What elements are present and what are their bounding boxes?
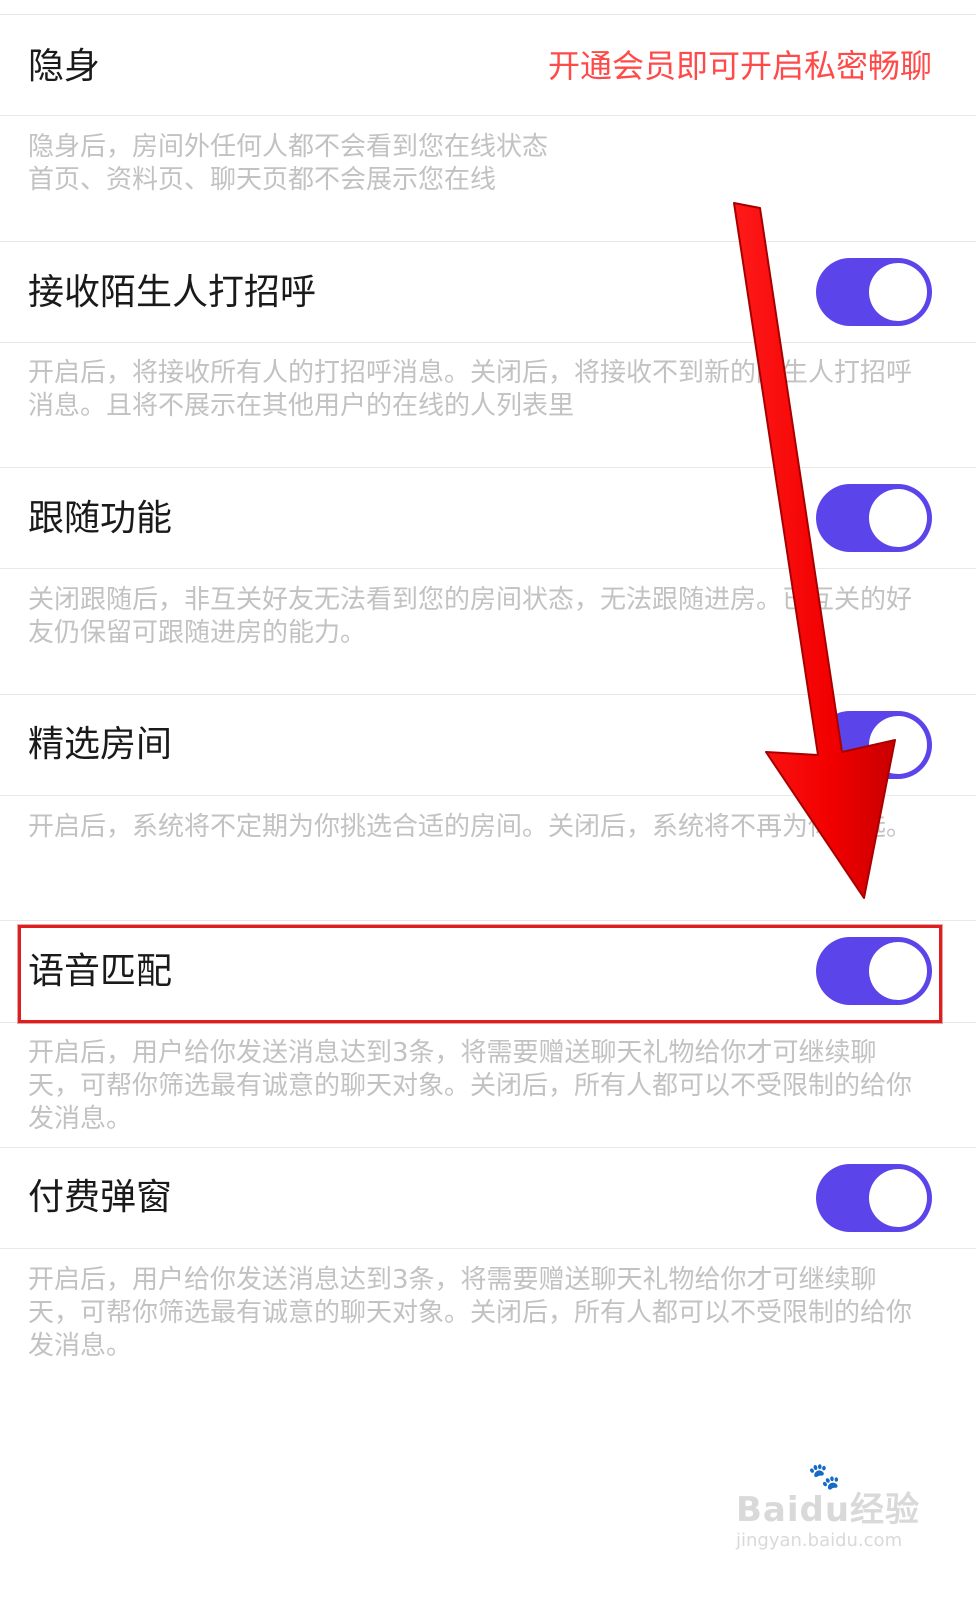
divider [0,694,976,695]
setting-desc-voice-match: 开启后，用户给你发送消息达到3条，将需要赠送聊天礼物给你才可继续聊天，可帮你筛选… [28,1038,913,1134]
divider [0,342,976,343]
follow-toggle[interactable] [816,484,932,552]
setting-desc-stealth: 隐身后，房间外任何人都不会看到您在线状态 首页、资料页、聊天页都不会展示您在线 [28,132,549,195]
divider [0,1248,976,1249]
divider [0,795,976,796]
setting-title-paid-popup: 付费弹窗 [28,1177,173,1218]
paid-popup-toggle[interactable] [816,1164,932,1232]
voice-match-toggle[interactable] [816,937,932,1005]
toggle-knob [869,489,927,547]
setting-title-voice-match: 语音匹配 [28,951,173,992]
setting-title-stranger-greeting: 接收陌生人打招呼 [28,272,317,313]
toggle-knob [869,942,927,1000]
paw-icon: 🐾 [808,1462,841,1492]
baidu-jingyan-watermark: 🐾 Baidu经验 jingyan.baidu.com [730,1462,930,1562]
setting-desc-follow: 关闭跟随后，非互关好友无法看到您的房间状态，无法跟随进房。已互关的好友仍保留可跟… [28,585,913,648]
divider [0,467,976,468]
toggle-knob [869,263,927,321]
setting-desc-paid-popup: 开启后，用户给你发送消息达到3条，将需要赠送聊天礼物给你才可继续聊天，可帮你筛选… [28,1265,913,1361]
setting-desc-featured-room: 开启后，系统将不定期为你挑选合适的房间。关闭后，系统将不再为你挑选。 [28,812,913,842]
divider [0,568,976,569]
setting-title-follow: 跟随功能 [28,498,173,539]
watermark-main-text: Baidu经验 [736,1490,921,1530]
divider [0,14,976,15]
watermark-url-text: jingyan.baidu.com [736,1530,903,1551]
divider [0,920,976,921]
vip-unlock-link[interactable]: 开通会员即可开启私密畅聊 [548,48,932,84]
setting-desc-stranger-greeting: 开启后，将接收所有人的打招呼消息。关闭后，将接收不到新的陌生人打招呼消息。且将不… [28,358,913,421]
stranger-greeting-toggle[interactable] [816,258,932,326]
featured-room-toggle[interactable] [816,711,932,779]
setting-title-stealth: 隐身 [28,46,101,87]
toggle-knob [869,716,927,774]
divider [0,1147,976,1148]
divider [0,241,976,242]
divider [0,115,976,116]
divider [0,1022,976,1023]
setting-title-featured-room: 精选房间 [28,724,173,765]
toggle-knob [869,1169,927,1227]
